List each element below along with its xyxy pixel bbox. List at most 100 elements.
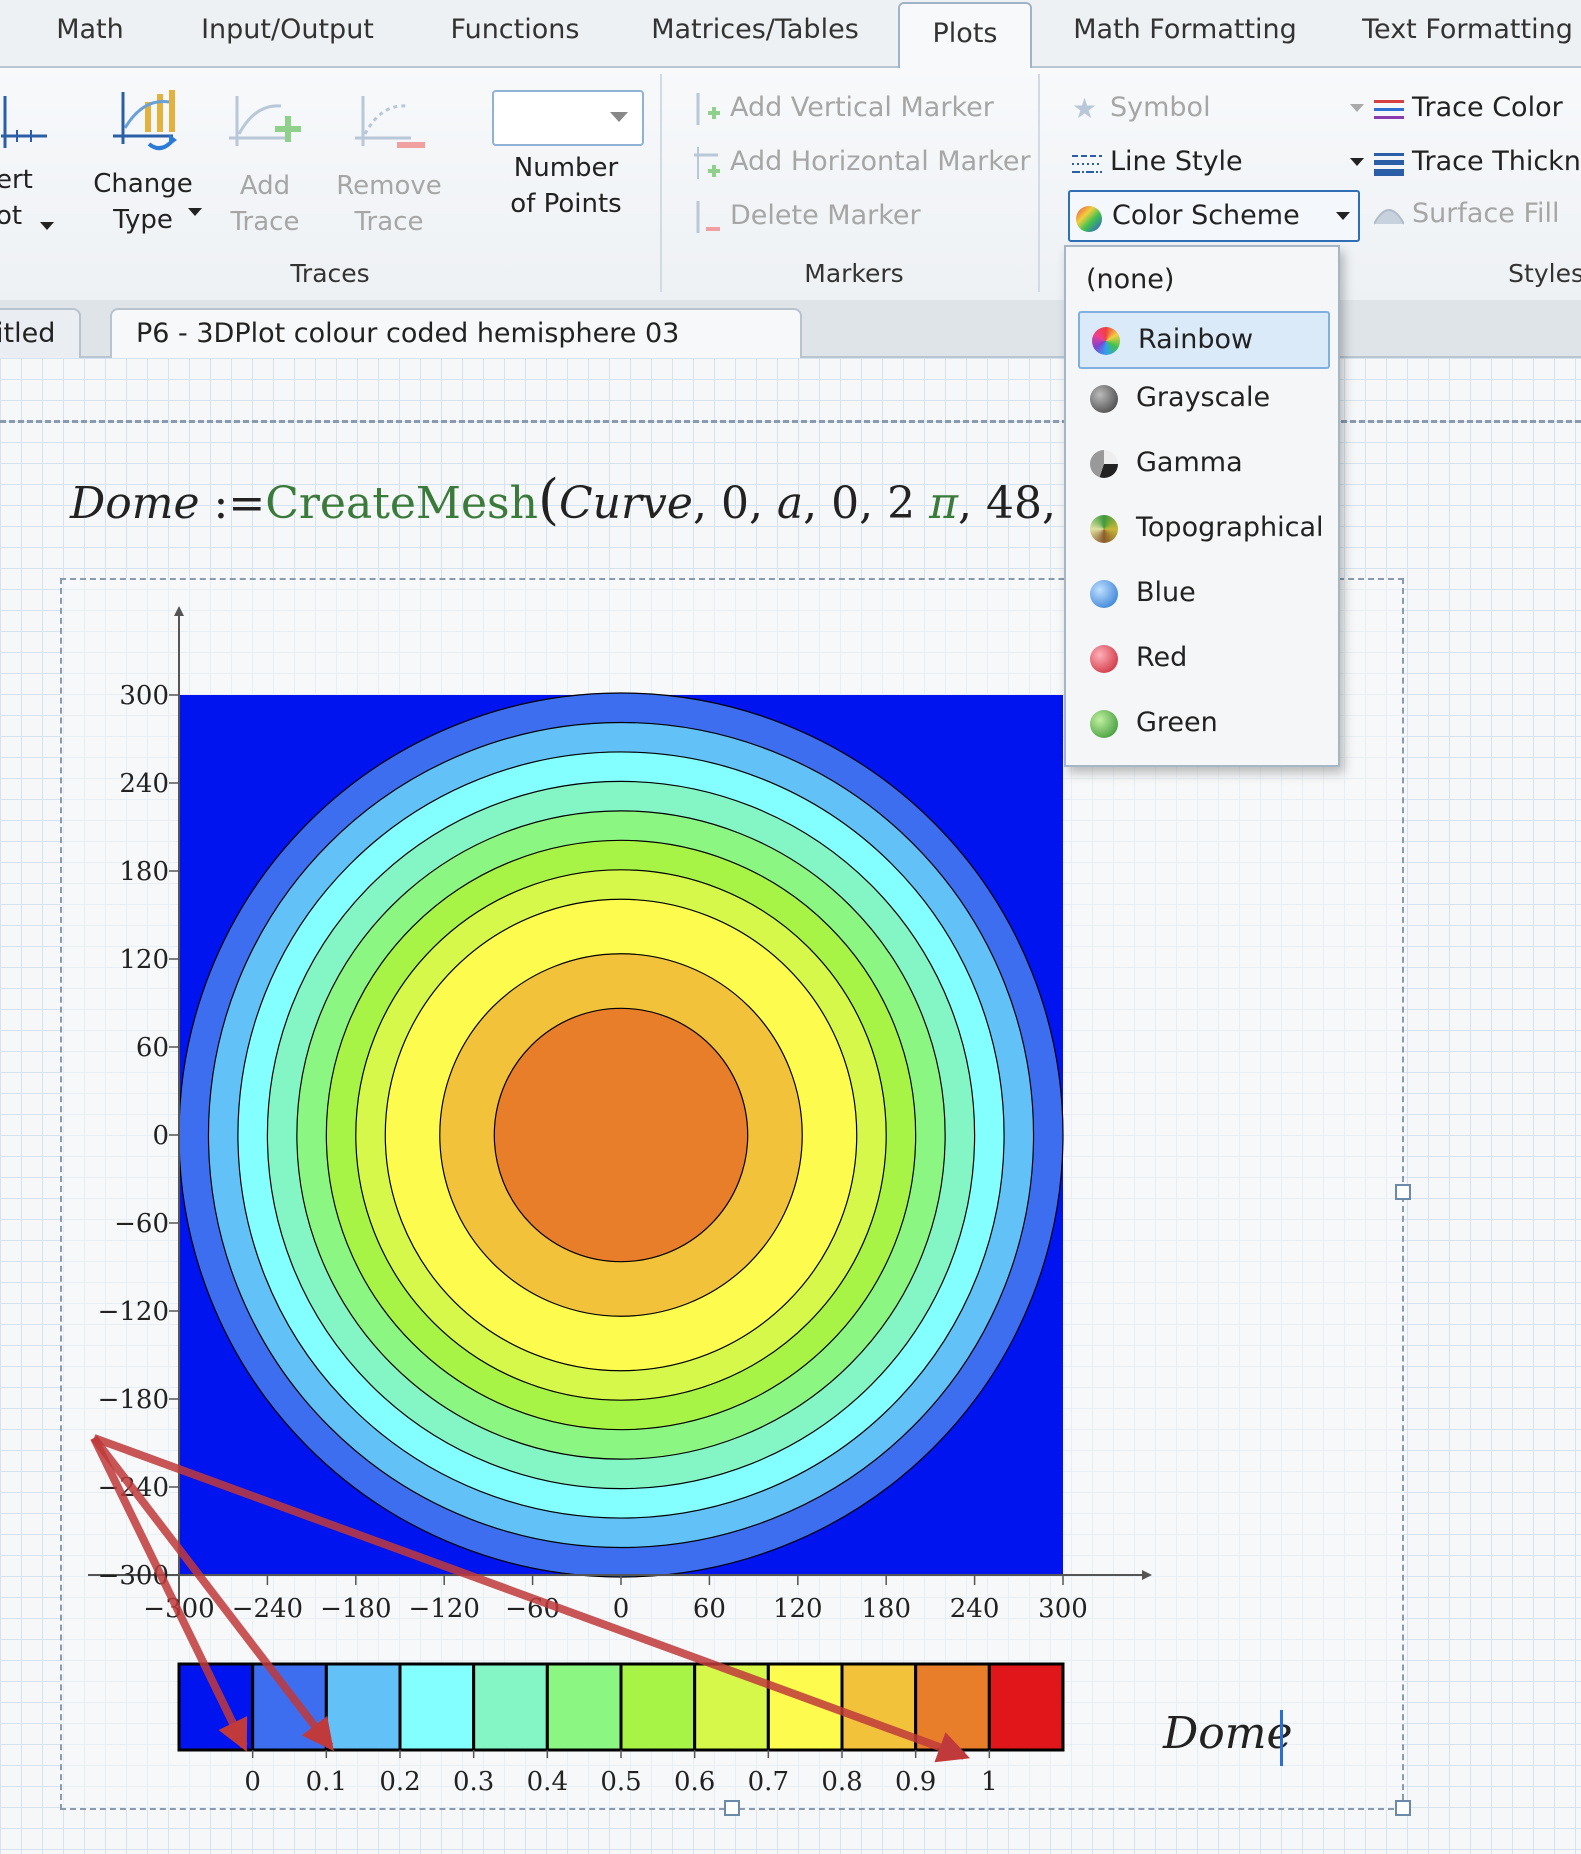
y-tick-label: 240 xyxy=(119,769,169,799)
colorbar-tick-label: 0.3 xyxy=(453,1767,494,1797)
tab-math-formatting[interactable]: Math Formatting xyxy=(1070,0,1300,64)
delete-marker-icon xyxy=(696,200,720,233)
traces-group-label: Traces xyxy=(290,259,370,288)
add-trace-icon xyxy=(229,96,301,146)
insert-plot-button[interactable]: ert ot xyxy=(0,92,56,234)
color-scheme-option-none[interactable]: (none) xyxy=(1078,253,1326,307)
color-scheme-option-green[interactable]: Green xyxy=(1078,696,1326,750)
grayscale-icon xyxy=(1090,384,1118,413)
colorbar-swatch xyxy=(545,1662,623,1752)
red-icon xyxy=(1090,644,1118,673)
styles-group-label: Styles xyxy=(1508,259,1581,288)
gamma-icon xyxy=(1090,449,1118,478)
colorbar-swatch xyxy=(987,1662,1065,1752)
colorbar-swatch xyxy=(324,1662,402,1752)
ribbon: ert ot Change Type Add Trace Remove Trac… xyxy=(0,68,1581,302)
colorbar-tick-label: 1 xyxy=(981,1767,998,1797)
vertical-marker-icon xyxy=(696,92,720,125)
colorbar-swatch xyxy=(619,1662,697,1752)
remove-trace-button[interactable]: Remove Trace xyxy=(334,90,444,240)
colorbar-swatch xyxy=(472,1662,549,1752)
ribbon-tab-bar: Math Input/Output Functions Matrices/Tab… xyxy=(0,0,1581,70)
colorbar xyxy=(177,1662,1065,1752)
x-tick-label: 0 xyxy=(613,1594,630,1624)
document-tab-active[interactable]: P6 - 3DPlot colour coded hemisphere 03 xyxy=(110,308,802,358)
y-tick-label: 60 xyxy=(136,1033,169,1063)
tab-math[interactable]: Math xyxy=(40,0,140,64)
chevron-down-icon xyxy=(40,222,54,230)
colorbar-tick-label: 0.1 xyxy=(306,1767,347,1797)
contour-plot[interactable]: −300−240−180−120−60060120180240300 30024… xyxy=(0,358,1581,1854)
green-icon xyxy=(1090,709,1118,738)
color-scheme-option-gamma[interactable]: Gamma xyxy=(1078,436,1326,490)
x-tick-label: −120 xyxy=(408,1594,479,1624)
x-tick-label: 60 xyxy=(693,1594,726,1624)
surface-fill-icon xyxy=(1374,208,1404,224)
tab-plots[interactable]: Plots xyxy=(898,2,1032,70)
colorbar-tick-label: 0.5 xyxy=(600,1767,641,1797)
number-of-points-label: Number of Points xyxy=(510,153,622,219)
x-tick-label: 300 xyxy=(1038,1594,1088,1624)
chevron-down-icon xyxy=(1350,104,1364,112)
color-scheme-option-topographical[interactable]: Topographical xyxy=(1078,501,1326,555)
rainbow-icon xyxy=(1092,326,1120,355)
x-tick-label: 240 xyxy=(950,1594,1000,1624)
x-axis-ticks: −300−240−180−120−60060120180240300 xyxy=(143,1575,1088,1624)
x-tick-label: 180 xyxy=(861,1594,911,1624)
color-scheme-option-rainbow[interactable]: Rainbow xyxy=(1078,311,1330,369)
x-tick-label: −240 xyxy=(232,1594,303,1624)
colorbar-tick-label: 0.2 xyxy=(379,1767,420,1797)
colorbar-tick-label: 0.7 xyxy=(748,1767,789,1797)
colorbar-tick-label: 0 xyxy=(244,1767,261,1797)
document-tab-bar: itled P6 - 3DPlot colour coded hemispher… xyxy=(0,300,1581,358)
add-horizontal-marker-button[interactable]: Add Horizontal Marker xyxy=(692,138,1031,186)
color-scheme-option-blue[interactable]: Blue xyxy=(1078,566,1326,620)
delete-marker-button[interactable]: Delete Marker xyxy=(692,192,921,240)
symbol-dropdown[interactable]: ★ Symbol xyxy=(1072,84,1372,132)
line-style-dropdown[interactable]: Line Style xyxy=(1072,138,1372,186)
color-scheme-option-red[interactable]: Red xyxy=(1078,631,1326,685)
rainbow-icon xyxy=(1074,202,1104,232)
y-tick-label: −60 xyxy=(114,1209,169,1239)
number-of-points-combo[interactable] xyxy=(492,90,644,146)
add-trace-button[interactable]: Add Trace xyxy=(222,90,308,240)
tab-matrices-tables[interactable]: Matrices/Tables xyxy=(640,0,870,64)
y-tick-label: 120 xyxy=(119,945,169,975)
y-tick-label: 180 xyxy=(119,857,169,887)
colorbar-tick-label: 0.9 xyxy=(895,1767,936,1797)
x-tick-label: 120 xyxy=(773,1594,823,1624)
change-type-button[interactable]: Change Type xyxy=(78,88,208,238)
chevron-down-icon xyxy=(1336,212,1350,220)
traces-group: ert ot Change Type Add Trace Remove Trac… xyxy=(0,74,662,292)
trace-color-button[interactable]: Trace Color xyxy=(1374,84,1563,132)
colorbar-ticks: 0 0.1 0.2 0.3 0.4 0.5 0.6 0.7 0.8 0.9 1 xyxy=(244,1750,998,1797)
change-type-icon xyxy=(113,90,177,151)
colorbar-swatch xyxy=(914,1662,991,1752)
surface-fill-button[interactable]: Surface Fill xyxy=(1374,190,1560,238)
chevron-down-icon xyxy=(188,208,202,216)
colorbar-swatch xyxy=(398,1662,476,1752)
markers-group: Add Vertical Marker Add Horizontal Marke… xyxy=(670,74,1040,292)
contour-bands xyxy=(178,692,1064,1578)
insert-plot-icon xyxy=(1,96,47,148)
remove-trace-icon xyxy=(355,96,425,148)
chevron-down-icon xyxy=(1350,158,1364,166)
tab-input-output[interactable]: Input/Output xyxy=(190,0,385,64)
tab-functions[interactable]: Functions xyxy=(440,0,590,64)
trace-thickness-button[interactable]: Trace Thickn xyxy=(1374,138,1581,186)
y-tick-label: −180 xyxy=(98,1385,169,1415)
y-tick-label: −120 xyxy=(98,1297,169,1327)
color-scheme-dropdown[interactable]: Color Scheme xyxy=(1068,190,1360,242)
color-scheme-option-grayscale[interactable]: Grayscale xyxy=(1078,371,1326,425)
star-icon: ★ xyxy=(1072,91,1098,125)
colorbar-swatch xyxy=(251,1662,328,1752)
x-tick-label: −180 xyxy=(320,1594,391,1624)
trace-color-icon xyxy=(1374,99,1404,119)
line-style-icon xyxy=(1072,154,1102,173)
topographical-icon xyxy=(1090,514,1118,543)
y-tick-label: 300 xyxy=(119,681,169,711)
tab-text-formatting[interactable]: Text Formatting xyxy=(1360,0,1575,64)
document-tab-untitled[interactable]: itled xyxy=(0,308,82,358)
trace-thickness-icon xyxy=(1374,152,1404,176)
add-vertical-marker-button[interactable]: Add Vertical Marker xyxy=(692,84,994,132)
